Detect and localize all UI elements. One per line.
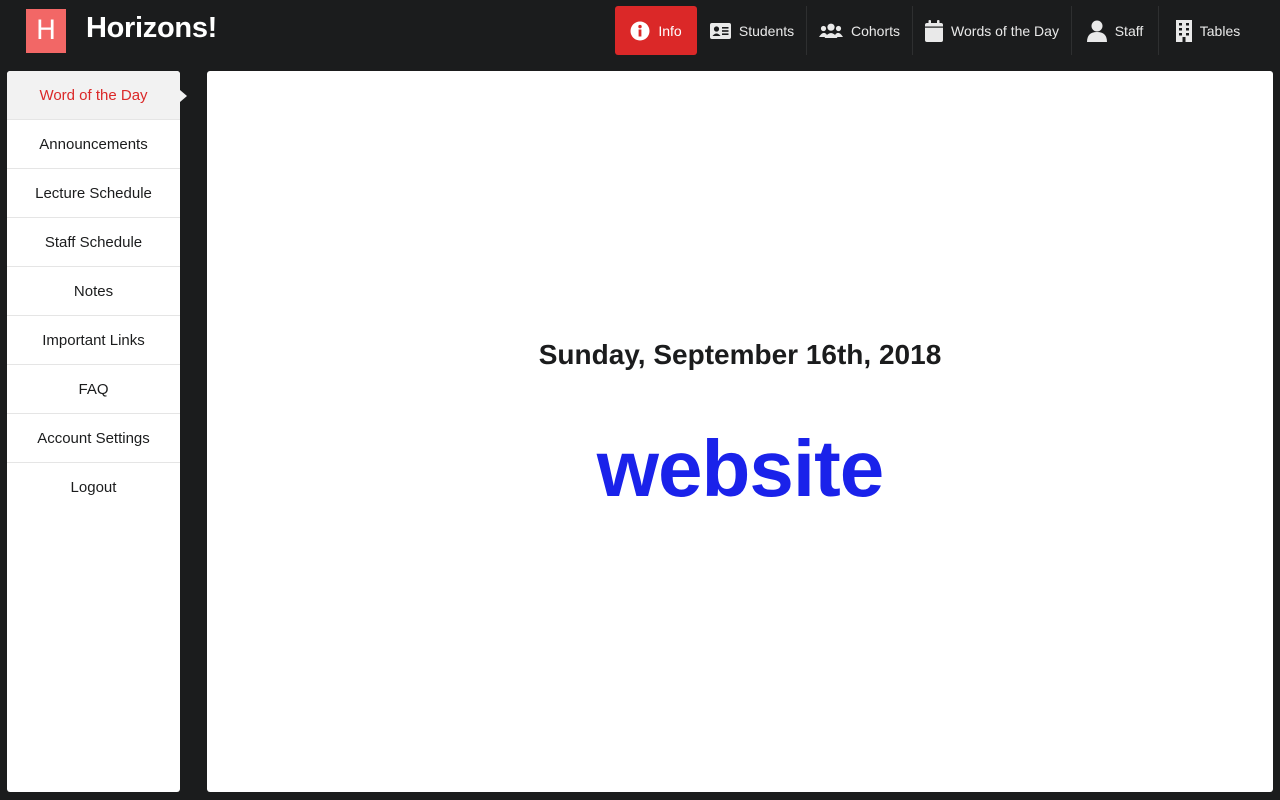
nav-tables[interactable]: Tables: [1159, 6, 1257, 55]
sidebar-item-notes[interactable]: Notes: [7, 267, 180, 316]
sidebar-item-important-links[interactable]: Important Links: [7, 316, 180, 365]
calendar-icon: [925, 19, 944, 42]
sidebar-item-label: Announcements: [39, 135, 148, 153]
sidebar-item-label: Account Settings: [37, 429, 150, 447]
sidebar-item-faq[interactable]: FAQ: [7, 365, 180, 414]
users-icon: [818, 23, 843, 39]
nav-info[interactable]: Info: [615, 6, 697, 55]
sidebar-item-label: Important Links: [42, 331, 145, 349]
sidebar-item-label: Lecture Schedule: [35, 184, 152, 202]
nav-students[interactable]: Students: [698, 6, 806, 55]
nav-staff[interactable]: Staff: [1072, 6, 1158, 55]
sidebar-item-announcements[interactable]: Announcements: [7, 120, 180, 169]
nav-cohorts[interactable]: Cohorts: [807, 6, 912, 55]
word-of-the-day: website: [596, 424, 884, 513]
nav-words-label: Words of the Day: [951, 22, 1059, 39]
sidebar-item-label: Logout: [70, 478, 117, 496]
sidebar-item-label: Word of the Day: [39, 86, 148, 104]
id-card-icon: [709, 22, 731, 39]
building-icon: [1175, 19, 1192, 42]
nav-students-label: Students: [738, 22, 795, 39]
sidebar-menu: Word of the Day Announcements Lecture Sc…: [7, 71, 187, 792]
nav-staff-label: Staff: [1114, 22, 1144, 39]
nav-cohorts-label: Cohorts: [850, 22, 901, 39]
logo[interactable]: H: [26, 9, 66, 53]
nav-words-of-the-day[interactable]: Words of the Day: [913, 6, 1071, 55]
sidebar-item-word-of-the-day[interactable]: Word of the Day: [7, 71, 187, 120]
main-panel: Sunday, September 16th, 2018 website: [207, 71, 1273, 792]
sidebar-item-label: Notes: [73, 282, 114, 300]
sidebar-item-account-settings[interactable]: Account Settings: [7, 414, 180, 463]
word-date: Sunday, September 16th, 2018: [538, 339, 942, 370]
info-circle-icon: [630, 21, 650, 41]
sidebar-item-logout[interactable]: Logout: [7, 463, 180, 511]
nav-tables-label: Tables: [1199, 22, 1241, 39]
sidebar-item-lecture-schedule[interactable]: Lecture Schedule: [7, 169, 180, 218]
sidebar-item-label: Staff Schedule: [44, 233, 143, 251]
nav-info-label: Info: [658, 22, 682, 39]
app-name[interactable]: Horizons!: [86, 12, 217, 45]
sidebar-item-staff-schedule[interactable]: Staff Schedule: [7, 218, 180, 267]
top-bar: H Horizons! Info Students Cohorts Words …: [0, 0, 1280, 62]
sidebar-item-label: FAQ: [78, 380, 109, 398]
user-icon: [1086, 20, 1107, 42]
